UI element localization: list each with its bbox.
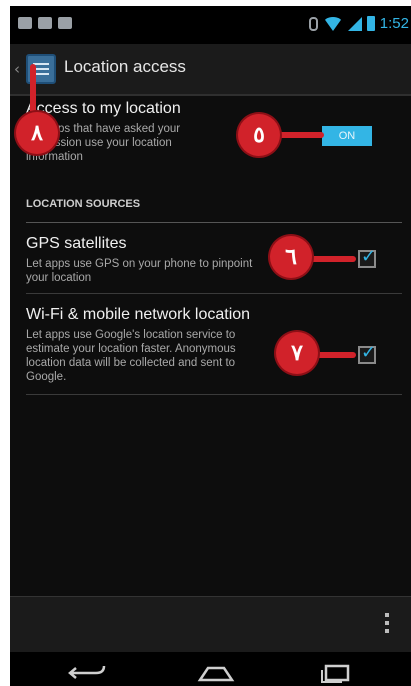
navigation-bar bbox=[10, 652, 411, 686]
wifi-mobile-location-row[interactable]: Wi-Fi & mobile network location Let apps… bbox=[26, 294, 402, 394]
page-title: Location access bbox=[64, 57, 186, 76]
phone-screen: 1:52 ‹ Location access Access to my loca… bbox=[10, 6, 411, 686]
home-icon[interactable] bbox=[196, 662, 236, 684]
bluetooth-icon bbox=[308, 16, 318, 31]
status-bar: 1:52 bbox=[10, 6, 411, 44]
message-icon bbox=[38, 17, 52, 29]
action-bar: ‹ Location access bbox=[10, 44, 411, 96]
back-icon[interactable] bbox=[68, 662, 108, 684]
android-icon bbox=[58, 17, 72, 29]
checkmark-icon: ✓ bbox=[361, 246, 377, 267]
location-access-toggle[interactable]: ON bbox=[322, 126, 372, 146]
overflow-menu-icon[interactable] bbox=[385, 613, 389, 633]
annotation-badge-7: ٧ bbox=[276, 332, 318, 374]
notification-icons bbox=[18, 17, 72, 29]
up-caret-icon[interactable]: ‹ bbox=[14, 60, 20, 78]
gps-checkbox[interactable]: ✓ bbox=[358, 246, 376, 268]
annotation-badge-6: ٦ bbox=[270, 236, 312, 278]
checkmark-icon: ✓ bbox=[361, 342, 377, 363]
gmail-icon bbox=[18, 17, 32, 29]
annotation-badge-8: ٨ bbox=[16, 112, 58, 154]
access-my-location-row[interactable]: Access to my location Let apps that have… bbox=[26, 100, 402, 198]
gps-title: GPS satellites bbox=[26, 235, 127, 252]
wifi-title: Wi-Fi & mobile network location bbox=[26, 306, 251, 323]
signal-icon bbox=[347, 16, 362, 31]
section-header: LOCATION SOURCES bbox=[26, 198, 141, 210]
recent-apps-icon[interactable] bbox=[316, 662, 356, 684]
system-icons: 1:52 bbox=[308, 15, 409, 32]
battery-icon bbox=[366, 16, 375, 31]
wifi-divider bbox=[26, 394, 402, 395]
wifi-icon bbox=[322, 16, 343, 31]
clock: 1:52 bbox=[379, 15, 409, 32]
wifi-checkbox[interactable]: ✓ bbox=[358, 342, 376, 364]
access-title: Access to my location bbox=[26, 100, 181, 117]
bottom-action-bar bbox=[10, 596, 411, 653]
annotation-badge-5: ٥ bbox=[238, 114, 280, 156]
